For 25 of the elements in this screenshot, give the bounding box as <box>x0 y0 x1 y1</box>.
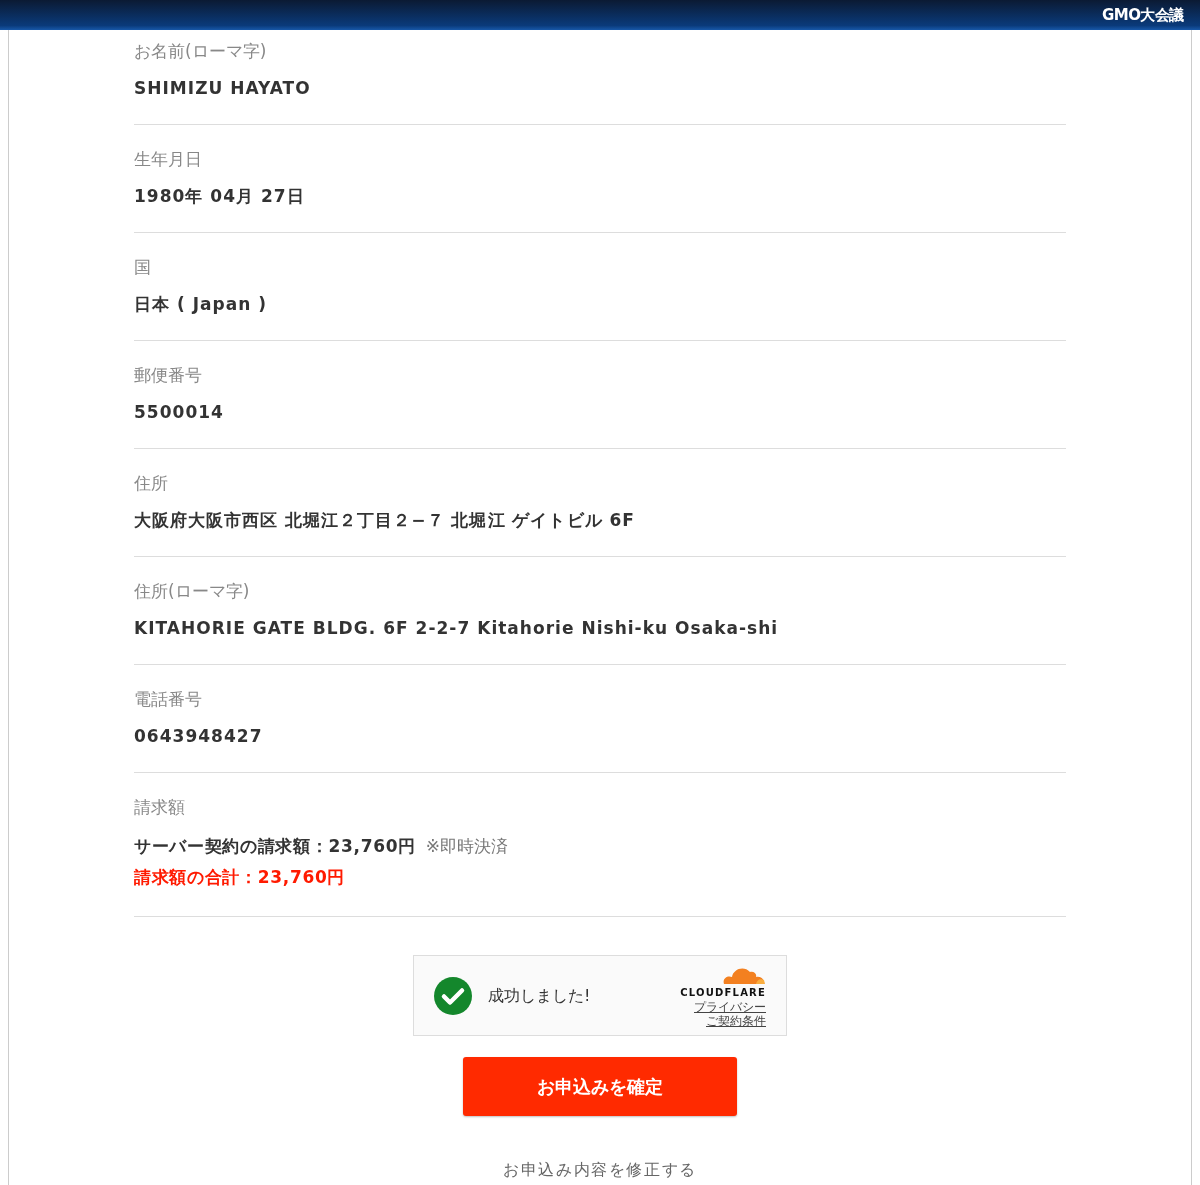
captcha-status: 成功しました! <box>488 984 591 1007</box>
field-label: お名前(ローマ字) <box>134 40 268 63</box>
field-label: 住所(ローマ字) <box>134 580 251 603</box>
field-value: 大阪府大阪市西区 北堀江２丁目２−７ 北堀江 ゲイトビル 6F <box>134 509 636 532</box>
submit-button[interactable]: お申込みを確定 <box>463 1057 737 1116</box>
logo: GMO大会議 <box>1102 4 1184 26</box>
edit-link[interactable]: お申込み内容を修正する <box>503 1158 697 1182</box>
field-value: 5500014 <box>134 401 225 424</box>
field-label: 住所 <box>134 472 169 495</box>
field-value: 1980年 04月 27日 <box>134 185 306 208</box>
field-label: 電話番号 <box>134 688 203 711</box>
field-label: 国 <box>134 256 152 279</box>
field-label: 生年月日 <box>134 148 203 171</box>
field-value: SHIMIZU HAYATO <box>134 77 312 100</box>
field-value: 日本 ( Japan ) <box>134 293 269 316</box>
field-label: 請求額 <box>134 796 186 819</box>
field-value: 0643948427 <box>134 725 264 748</box>
billing-amount: サーバー契約の請求額：23,760円 <box>134 836 416 856</box>
billing-total: 請求額の合計：23,760円 <box>134 866 347 889</box>
footer-link[interactable]: プライバシー <box>694 1000 766 1014</box>
field-value: KITAHORIE GATE BLDG. 6F 2-2-7 Kitahorie Nishi-ku Osaka-shi <box>134 617 780 640</box>
brand-name: CLOUDFLARE <box>680 986 766 1000</box>
footer-link[interactable]: ご契約条件 <box>706 1014 766 1028</box>
payment-note: ※即時決済 <box>425 836 509 856</box>
field-label: 郵便番号 <box>134 364 203 387</box>
